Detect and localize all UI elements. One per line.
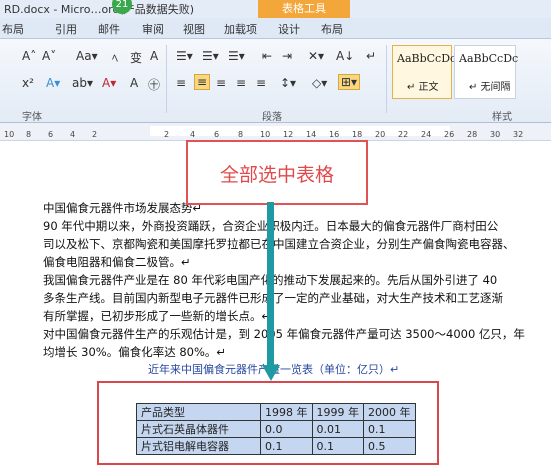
table-cell[interactable]: 0.0 xyxy=(260,420,313,438)
doc-line: 中国偏食元器件市场发展态势↵ xyxy=(43,201,203,215)
highlight-button[interactable]: ab▾ xyxy=(72,76,93,90)
font-color-button[interactable]: A▾ xyxy=(102,76,116,90)
ruler-number: 30 xyxy=(490,130,501,139)
grow-font-button[interactable]: A˄ xyxy=(22,49,36,63)
table-cell[interactable]: 0.1 xyxy=(260,437,313,455)
ruler-number: 12 xyxy=(283,130,294,139)
align-left-button[interactable]: ≡ xyxy=(176,76,186,90)
ruler-number: 8 xyxy=(238,130,244,139)
table-cell[interactable]: 0.01 xyxy=(311,420,364,438)
change-case-button[interactable]: Aa▾ xyxy=(76,49,98,63)
doc-line: 对中国偏食元器件生产的乐观估计是，到 2005 年偏食元器件产量可达 3500～… xyxy=(43,327,525,341)
font-group-label: 字体 xyxy=(22,112,42,123)
bullets-button[interactable]: ☰▾ xyxy=(176,49,193,63)
annotation-callout: 全部选中表格 xyxy=(186,140,368,205)
asian-layout-button[interactable]: ✕▾ xyxy=(308,49,324,63)
tab-layout[interactable]: 布局 xyxy=(2,21,24,37)
borders-button[interactable]: ⊞▾ xyxy=(338,74,361,90)
ruler-number: 10 xyxy=(4,130,15,139)
phonetic-button[interactable]: 变 xyxy=(130,49,142,66)
show-marks-button[interactable]: ↵ xyxy=(366,49,376,63)
char-border-button[interactable]: A xyxy=(150,49,158,63)
ruler-number: 2 xyxy=(164,130,170,139)
annotation-arrow-head xyxy=(262,365,280,381)
shrink-font-button[interactable]: A˅ xyxy=(42,49,56,63)
tab-references[interactable]: 引用 xyxy=(55,21,77,37)
line-spacing-button[interactable]: ↕▾ xyxy=(280,76,296,90)
ruler-number: 32 xyxy=(513,130,524,139)
table-header-cell[interactable]: 1999 年 xyxy=(311,403,364,421)
paragraph-group-label: 段落 xyxy=(262,112,282,123)
sort-button[interactable]: A↓ xyxy=(336,49,354,63)
ruler-number: 10 xyxy=(260,130,271,139)
align-right-button[interactable]: ≡ xyxy=(216,76,226,90)
ruler-number: 24 xyxy=(421,130,432,139)
doc-line: 均增长 30%。偏食化率达 80%。↵ xyxy=(43,345,227,359)
table-cell[interactable]: 0.1 xyxy=(363,420,416,438)
ruler-number: 6 xyxy=(48,130,54,139)
ruler-number: 18 xyxy=(352,130,363,139)
numbering-button[interactable]: ☰▾ xyxy=(202,49,219,63)
style-name: ↵ 正文 xyxy=(407,82,439,93)
justify-button[interactable]: ≡ xyxy=(236,76,246,90)
tab-design[interactable]: 设计 xyxy=(278,21,300,37)
style-normal[interactable]: AaBbCcDc ↵ 正文 xyxy=(392,45,456,99)
style-no-spacing[interactable]: AaBbCcDc ↵ 无间隔 xyxy=(454,45,519,99)
doc-line: 司以及松下、京都陶瓷和美国摩托罗拉都已在中国建立合资企业，分别生产偏食陶瓷电容器… xyxy=(43,237,515,251)
table-header-row: 产品类型 1998 年 1999 年 2000 年 xyxy=(136,403,416,421)
annotation-arrow xyxy=(267,202,274,367)
ruler-number: 6 xyxy=(214,130,220,139)
distributed-button[interactable]: ≡ xyxy=(256,76,266,90)
doc-line: 偏食电阻器和偏食二极管。↵ xyxy=(43,255,191,269)
table-row: 片式石英晶体器件 0.0 0.01 0.1 xyxy=(136,420,416,438)
table-cell[interactable]: 片式铝电解电容器 xyxy=(136,437,261,455)
tab-review[interactable]: 审阅 xyxy=(142,21,164,37)
ribbon-separator xyxy=(166,45,167,113)
table-header-cell[interactable]: 产品类型 xyxy=(136,403,261,421)
enclose-char-button[interactable]: ㊉ xyxy=(148,76,160,93)
style-sample: AaBbCcDc xyxy=(459,52,519,65)
ribbon: A˄ A˅ Aa▾ ﾍ 变 A x² A▾ ab▾ A▾ A ㊉ 字体 ☰▾ ☰… xyxy=(0,39,551,123)
char-shading-button[interactable]: A xyxy=(130,76,138,90)
table-cell[interactable]: 0.1 xyxy=(311,437,364,455)
decrease-indent-button[interactable]: ⇤ xyxy=(262,49,272,63)
ruler-number: 4 xyxy=(190,130,196,139)
ruler-number: 14 xyxy=(306,130,317,139)
table-row: 片式铝电解电容器 0.1 0.1 0.5 xyxy=(136,437,416,455)
table-header-cell[interactable]: 1998 年 xyxy=(260,403,313,421)
text-effect-button[interactable]: A▾ xyxy=(46,76,60,90)
ribbon-separator xyxy=(386,45,387,113)
shading-button[interactable]: ◇▾ xyxy=(312,76,327,90)
table-header-cell[interactable]: 2000 年 xyxy=(363,403,416,421)
ruler-number: 28 xyxy=(467,130,478,139)
table-tools-header: 表格工具 xyxy=(258,0,350,18)
increase-indent-button[interactable]: ⇥ xyxy=(282,49,292,63)
table-cell[interactable]: 片式石英晶体器件 xyxy=(136,420,261,438)
ribbon-tabs: 布局 引用 邮件 审阅 视图 加载项 设计 布局 xyxy=(0,18,551,39)
annotation-text: 全部选中表格 xyxy=(219,164,334,186)
ruler-number: 4 xyxy=(70,130,76,139)
table-cell[interactable]: 0.5 xyxy=(363,437,416,455)
superscript-button[interactable]: x² xyxy=(22,76,34,90)
doc-line: 有所掌握，已初步形成了一些新的增长点。↵ xyxy=(43,309,272,323)
ruler-number: 2 xyxy=(92,130,98,139)
clear-format-button[interactable]: ﾍ xyxy=(112,49,118,66)
align-center-button[interactable]: ≡ xyxy=(194,74,211,90)
ruler-number: 20 xyxy=(375,130,386,139)
ruler-number: 26 xyxy=(444,130,455,139)
ruler-number: 16 xyxy=(329,130,340,139)
data-table[interactable]: 产品类型 1998 年 1999 年 2000 年 片式石英晶体器件 0.0 0… xyxy=(136,403,416,455)
styles-group-label: 样式 xyxy=(492,112,512,123)
multilevel-button[interactable]: ☰▾ xyxy=(228,49,245,63)
tab-mailings[interactable]: 邮件 xyxy=(98,21,120,37)
style-name: ↵ 无间隔 xyxy=(469,82,511,93)
tab-addins[interactable]: 加载项 xyxy=(224,21,257,37)
window-title: RD.docx - Micro…ord(产品数据失败) xyxy=(4,3,195,16)
ruler-number: 8 xyxy=(26,130,32,139)
tab-view[interactable]: 视图 xyxy=(183,21,205,37)
style-sample: AaBbCcDc xyxy=(397,52,457,65)
tab-table-layout[interactable]: 布局 xyxy=(321,21,343,37)
ruler-number: 22 xyxy=(398,130,409,139)
